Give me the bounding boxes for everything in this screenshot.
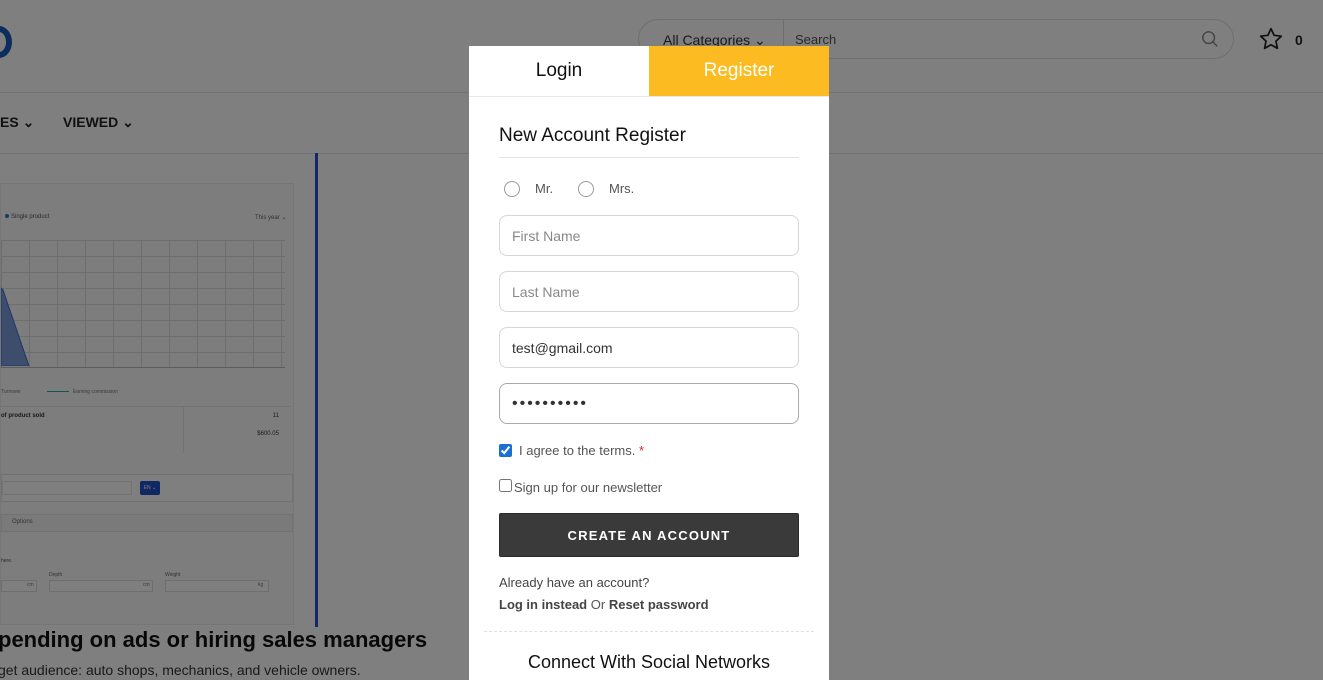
radio-mr-label[interactable]: Mr. (535, 181, 553, 197)
required-marker: * (638, 443, 645, 458)
radio-mrs-label[interactable]: Mrs. (609, 181, 634, 197)
already-account-text: Already have an account? (499, 575, 650, 590)
first-name-field[interactable] (499, 215, 799, 256)
title-divider (499, 157, 799, 158)
newsletter-checkbox[interactable] (499, 479, 512, 492)
reset-password-link[interactable]: Reset password (609, 597, 709, 612)
email-field[interactable] (499, 327, 799, 368)
radio-mrs[interactable] (578, 181, 594, 197)
terms-label-text: I agree to the terms. (519, 443, 636, 458)
terms-label[interactable]: I agree to the terms. * (519, 443, 644, 458)
create-account-button[interactable]: CREATE AN ACCOUNT (499, 513, 799, 557)
radio-mr[interactable] (504, 181, 520, 197)
login-instead-link[interactable]: Log in instead (499, 597, 587, 612)
tab-login[interactable]: Login (469, 46, 649, 96)
social-divider (484, 631, 814, 632)
tab-register[interactable]: Register (649, 46, 829, 96)
terms-checkbox[interactable] (499, 444, 512, 457)
newsletter-label[interactable]: Sign up for our newsletter (514, 480, 662, 495)
modal-tabs: Login Register (469, 46, 829, 97)
account-modal: Login Register New Account Register Mr. … (469, 46, 829, 680)
last-name-field[interactable] (499, 271, 799, 312)
form-title: New Account Register (499, 125, 686, 146)
password-field[interactable] (499, 383, 799, 424)
social-networks-title: Connect With Social Networks (527, 652, 771, 672)
auth-links: Log in instead Or Reset password (499, 597, 709, 612)
or-text: Or (590, 597, 606, 612)
